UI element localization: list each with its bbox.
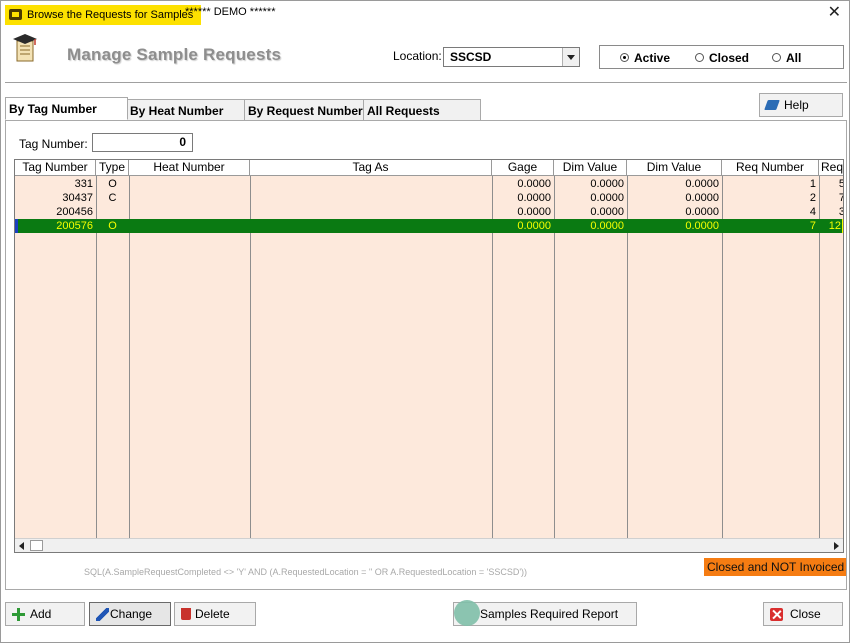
cell-dim-value-2: 0.0000 <box>685 192 719 204</box>
cell-gage: 0.0000 <box>517 206 551 218</box>
cell-heat-number <box>129 219 250 233</box>
status-filter: Active Closed All <box>599 45 844 69</box>
cell-type <box>96 205 129 219</box>
delete-button[interactable]: Delete <box>174 602 256 626</box>
cell-gage: 0.0000 <box>517 220 551 232</box>
scroll-left-icon[interactable] <box>15 539 29 552</box>
cell-requ: 3 <box>819 205 843 219</box>
horizontal-scrollbar[interactable] <box>15 538 843 552</box>
col-tag-as[interactable]: Tag As <box>250 160 492 176</box>
header: Manage Sample Requests Location: SSCSD A… <box>5 27 847 83</box>
location-value: SSCSD <box>450 50 492 64</box>
table-row[interactable]: 30437 C 0.0000 0.0000 0.0000 2 7 <box>15 191 843 205</box>
tab-by-heat-number[interactable]: By Heat Number <box>126 99 245 120</box>
cell-req-number: 2 <box>809 192 816 204</box>
col-heat-number[interactable]: Heat Number <box>129 160 250 176</box>
page-title: Manage Sample Requests <box>67 45 282 64</box>
cell-tag-as <box>250 177 492 191</box>
status-badge: Closed and NOT Invoiced <box>704 558 846 576</box>
cell-req-number: 4 <box>809 206 816 218</box>
col-gage[interactable]: Gage <box>492 160 554 176</box>
window-tab[interactable]: Browse the Requests for Samples <box>5 5 202 25</box>
tab-by-request-number[interactable]: By Request Number <box>244 99 364 120</box>
row-edge-marker <box>842 219 843 233</box>
demo-label: ****** DEMO ****** <box>185 6 276 18</box>
grid-header: Tag Number Type Heat Number Tag As Gage … <box>15 160 843 176</box>
location-label: Location: <box>393 49 442 63</box>
cell-heat-number <box>129 205 250 219</box>
window-close-icon[interactable]: ✕ <box>828 4 841 22</box>
cell-gage: 0.0000 <box>517 178 551 190</box>
cell-tag-as <box>250 191 492 205</box>
radio-all[interactable]: All <box>772 51 801 65</box>
scroll-right-icon[interactable] <box>829 539 843 552</box>
cell-tag-number: 200456 <box>56 206 93 218</box>
radio-dot-icon <box>695 53 704 62</box>
trash-icon <box>181 608 191 620</box>
radio-closed[interactable]: Closed <box>695 51 749 65</box>
col-dim-value-1[interactable]: Dim Value <box>554 160 627 176</box>
table-row[interactable]: 331 O 0.0000 0.0000 0.0000 1 5 <box>15 177 843 191</box>
cell-requ: 5 <box>819 177 843 191</box>
sql-filter-text: SQL(A.SampleRequestCompleted <> 'Y' AND … <box>84 567 528 577</box>
cell-tag-number: 30437 <box>62 192 93 204</box>
cell-tag-number: 200576 <box>56 220 93 232</box>
help-icon <box>764 100 780 110</box>
cell-tag-as <box>250 219 492 233</box>
chevron-down-icon[interactable] <box>562 48 579 66</box>
plus-icon <box>12 608 25 621</box>
app-icon <box>9 9 22 20</box>
title-bar: Browse the Requests for Samples ****** D… <box>1 1 849 27</box>
cell-tag-as <box>250 205 492 219</box>
add-button[interactable]: Add <box>5 602 85 626</box>
col-requ[interactable]: Requ <box>819 160 843 176</box>
close-icon <box>770 608 783 621</box>
col-tag-number[interactable]: Tag Number <box>15 160 96 176</box>
logo-icon <box>13 34 37 62</box>
cursor-highlight-icon <box>454 600 480 626</box>
location-select[interactable]: SSCSD <box>443 47 580 67</box>
close-button[interactable]: Close <box>763 602 843 626</box>
cell-heat-number <box>129 191 250 205</box>
table-row-selected[interactable]: 200576 O 0.0000 0.0000 0.0000 7 12 <box>15 219 843 233</box>
requests-grid[interactable]: Tag Number Type Heat Number Tag As Gage … <box>14 159 844 553</box>
col-type[interactable]: Type <box>96 160 129 176</box>
cell-req-number: 7 <box>809 220 816 232</box>
cell-dim-value-2: 0.0000 <box>685 178 719 190</box>
cell-type: O <box>108 178 117 190</box>
col-req-number[interactable]: Req Number <box>722 160 819 176</box>
cell-heat-number <box>129 177 250 191</box>
main-window: Browse the Requests for Samples ****** D… <box>0 0 850 643</box>
tab-panel: Tag Number: 0 Tag Number Type Heat Numbe… <box>5 120 847 590</box>
cell-req-number: 1 <box>809 178 816 190</box>
radio-active[interactable]: Active <box>620 51 670 65</box>
cell-dim-value-1: 0.0000 <box>590 206 624 218</box>
cell-dim-value-1: 0.0000 <box>590 192 624 204</box>
tab-by-tag-number[interactable]: By Tag Number <box>5 97 128 120</box>
tag-number-input[interactable]: 0 <box>92 133 193 152</box>
cell-dim-value-1: 0.0000 <box>590 220 624 232</box>
cell-dim-value-1: 0.0000 <box>590 178 624 190</box>
cell-tag-number: 331 <box>74 178 93 190</box>
samples-report-button[interactable]: Samples Required Report <box>453 600 637 626</box>
tab-all-requests[interactable]: All Requests <box>363 99 481 120</box>
scroll-thumb[interactable] <box>30 540 43 551</box>
col-dim-value-2[interactable]: Dim Value <box>627 160 722 176</box>
cell-type: C <box>108 192 117 204</box>
help-button[interactable]: Help <box>759 93 843 117</box>
table-row[interactable]: 200456 0.0000 0.0000 0.0000 4 3 <box>15 205 843 219</box>
cell-gage: 0.0000 <box>517 192 551 204</box>
change-button[interactable]: Change <box>89 602 171 626</box>
cell-requ: 12 <box>828 220 841 232</box>
radio-dot-icon <box>620 53 629 62</box>
window-title: Browse the Requests for Samples <box>27 9 194 21</box>
pencil-icon <box>96 608 109 621</box>
cell-dim-value-2: 0.0000 <box>685 206 719 218</box>
tag-number-label: Tag Number: <box>19 137 88 151</box>
cell-type: O <box>108 220 117 232</box>
cell-requ: 7 <box>819 191 843 205</box>
radio-dot-icon <box>772 53 781 62</box>
cell-dim-value-2: 0.0000 <box>685 220 719 232</box>
